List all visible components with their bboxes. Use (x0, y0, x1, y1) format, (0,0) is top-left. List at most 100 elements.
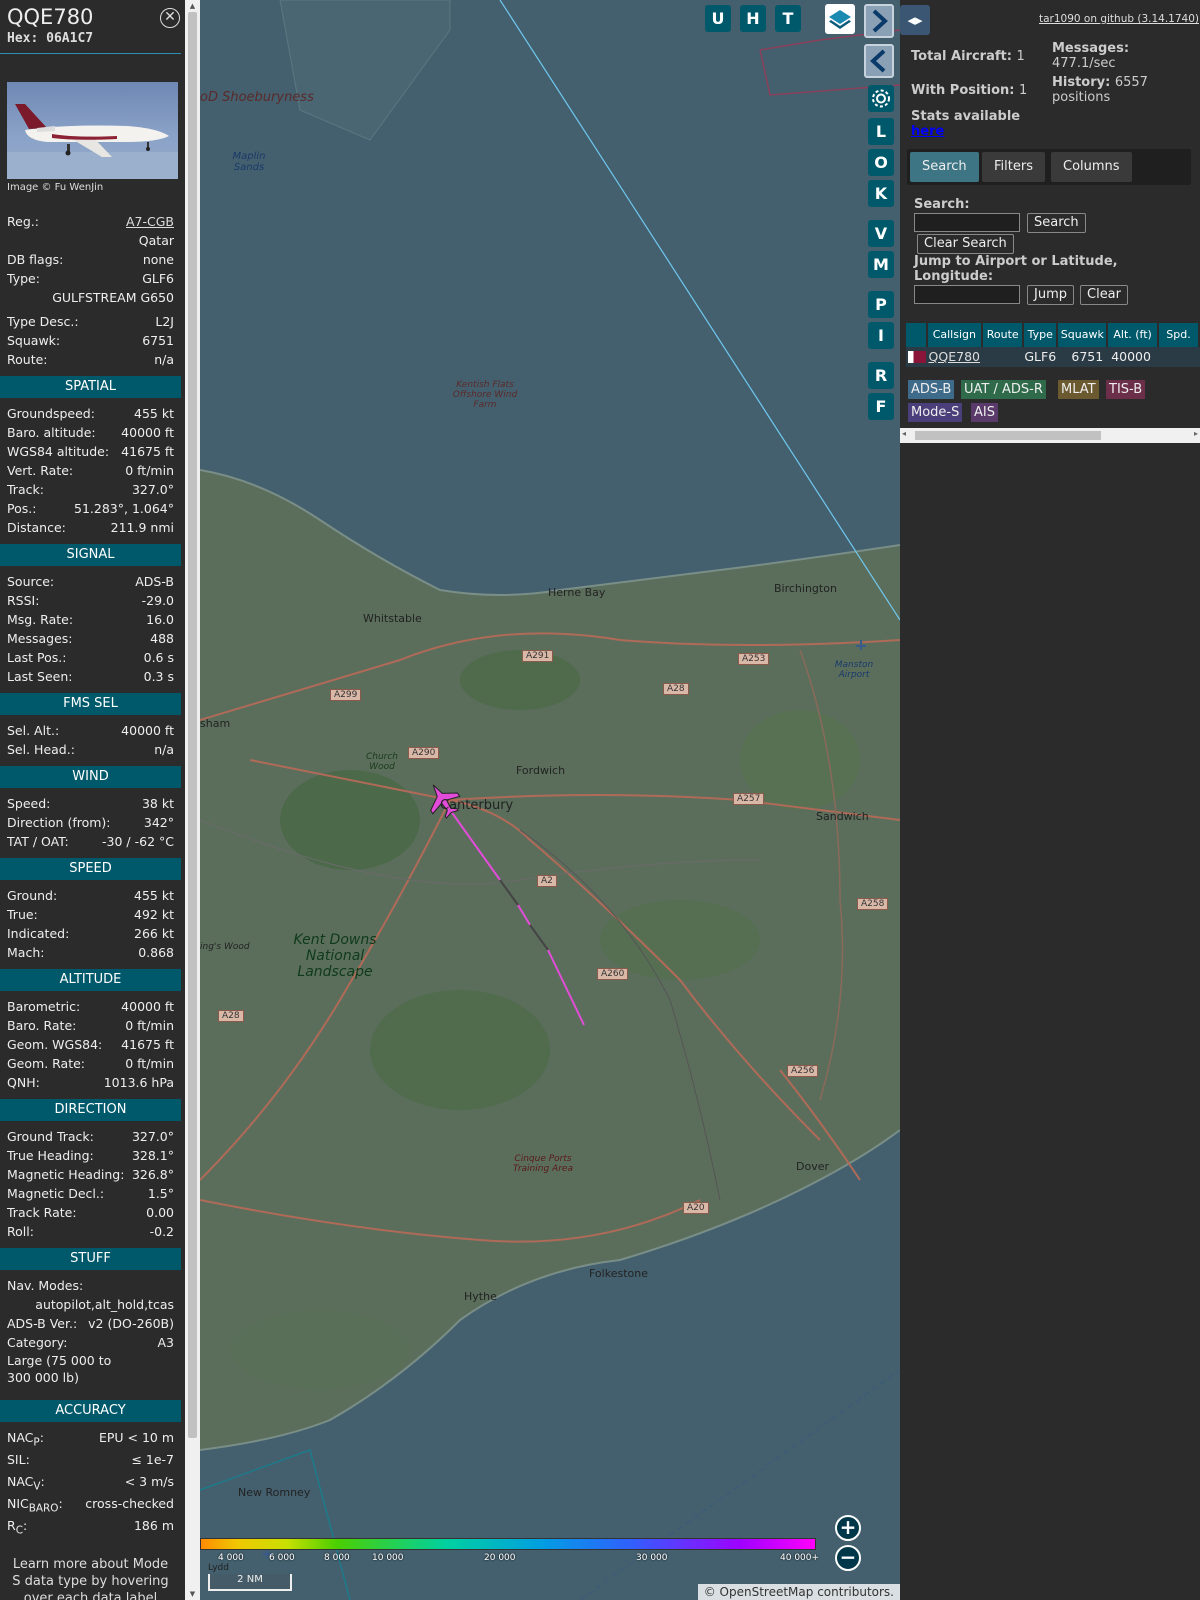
scroll-right-arrow-icon[interactable]: ▸ (1194, 429, 1198, 438)
road-a28-north: A28 (663, 683, 689, 695)
column-header-flag[interactable] (906, 323, 926, 347)
detail-row: Magnetic Decl.: 1.5° (0, 1184, 181, 1203)
badge-modes[interactable]: Mode-S (908, 403, 963, 422)
map-button-t[interactable]: T (775, 5, 801, 32)
badge-uat-adsr[interactable]: UAT / ADS-R (961, 380, 1046, 399)
squawk-row: Squawk: 6751 (7, 333, 174, 348)
detail-value: 488 (150, 631, 174, 646)
detail-label: Last Seen: (7, 669, 73, 684)
row-speed (1159, 347, 1198, 367)
tab-columns[interactable]: Columns (1051, 152, 1132, 182)
map-button-r[interactable]: R (868, 362, 894, 389)
badge-adsb[interactable]: ADS-B (908, 380, 955, 399)
registration-link[interactable]: A7-CGB (126, 212, 174, 231)
map-view[interactable]: oD Shoeburyness Maplin Sands Kentish Fla… (200, 0, 900, 1600)
road-a253: A253 (738, 653, 770, 665)
road-a257: A257 (733, 793, 765, 805)
scroll-down-arrow-icon[interactable]: ▼ (185, 1588, 200, 1600)
altitude-rows: Barometric: 40000 ft Baro. Rate: 0 ft/min Ge… (0, 997, 181, 1092)
clear-search-button[interactable]: Clear Search (917, 234, 1014, 254)
layers-icon[interactable] (825, 4, 855, 34)
route-row: Route: n/a (7, 352, 174, 367)
detail-value: 342° (143, 815, 174, 830)
toggle-sidebar-arrows-icon[interactable]: ◂▸ (900, 5, 930, 35)
detail-label: RSSI: (7, 593, 40, 608)
search-input[interactable] (914, 213, 1020, 232)
close-icon[interactable]: ✕ (160, 8, 180, 28)
map-button-l[interactable]: L (868, 118, 894, 145)
detail-label: Geom. Rate: (7, 1056, 86, 1071)
stats-here-link[interactable]: here (911, 124, 944, 139)
column-header-speed[interactable]: Spd. (1158, 323, 1199, 347)
osm-link[interactable]: OpenStreetMap (720, 1585, 814, 1599)
map-button-p[interactable]: P (868, 291, 894, 318)
detail-value: -0.2 (149, 1224, 174, 1239)
tab-filters[interactable]: Filters (982, 152, 1045, 182)
detail-row: Direction (from): 342° (0, 813, 181, 832)
detail-value: 327.0° (131, 1129, 174, 1144)
map-button-f[interactable]: F (868, 393, 894, 420)
road-a256: A256 (787, 1065, 819, 1077)
road-a299: A299 (330, 689, 362, 701)
zoom-in-icon[interactable]: + (835, 1515, 861, 1541)
next-aircraft-chevron-icon[interactable] (864, 4, 894, 38)
detail-value: 492 kt (134, 907, 174, 922)
tab-search[interactable]: Search (910, 152, 979, 182)
detail-label: Last Pos.: (7, 650, 67, 665)
table-horizontal-scrollbar[interactable]: ◂ ▸ (900, 428, 1200, 443)
scrollbar-thumb[interactable] (188, 12, 197, 1438)
detail-row: Last Seen: 0.3 s (0, 667, 181, 686)
section-stuff: STUFF (0, 1248, 181, 1270)
horizontal-scrollbar-thumb[interactable] (915, 431, 1101, 440)
road-a2: A2 (537, 875, 557, 887)
map-label-sandwich: Sandwich (816, 810, 869, 823)
type-full-row: GULFSTREAM G650 (52, 290, 174, 305)
road-a291: A291 (522, 650, 554, 662)
detail-value: 0 ft/min (125, 1056, 174, 1071)
detail-label: Barometric: (7, 999, 81, 1014)
detail-label: Groundspeed: (7, 406, 95, 421)
map-button-k[interactable]: K (868, 180, 894, 207)
map-button-i[interactable]: I (868, 322, 894, 349)
map-label-manston-airport: Manston Airport (834, 660, 874, 680)
map-button-v[interactable]: V (868, 220, 894, 247)
row-squawk: 6751 (1071, 349, 1104, 364)
detail-row: True Heading: 328.1° (0, 1146, 181, 1165)
column-header-type[interactable]: Type (1024, 323, 1057, 347)
prev-aircraft-chevron-icon[interactable] (864, 44, 894, 78)
type-row: Type: GLF6 (7, 271, 174, 286)
table-row[interactable]: QQE780 GLF6 6751 40000 (906, 347, 1200, 367)
badge-ais[interactable]: AIS (971, 403, 998, 422)
map-label-whitstable: Whitstable (363, 612, 422, 625)
rc-row: RC: 186 m (7, 1518, 174, 1537)
clear-button[interactable]: Clear (1080, 285, 1128, 305)
column-header-callsign[interactable]: Callsign (927, 323, 982, 347)
detail-label: Direction (from): (7, 815, 111, 830)
colorbar-label: 40 000+ (780, 1553, 820, 1563)
column-header-altitude[interactable]: Alt. (ft) (1108, 323, 1157, 347)
column-header-route[interactable]: Route (983, 323, 1023, 347)
map-button-o[interactable]: O (868, 149, 894, 176)
badge-tisb[interactable]: TIS-B (1106, 380, 1146, 399)
detail-value: 0.6 s (143, 650, 174, 665)
zoom-out-icon[interactable]: − (835, 1545, 861, 1571)
map-button-h[interactable]: H (740, 5, 766, 32)
map-button-m[interactable]: M (868, 251, 894, 278)
aircraft-info-panel: QQE780 Hex: 06A1C7 ✕ Image © Fu WenJin R… (0, 0, 185, 1600)
github-link[interactable]: tar1090 on github (3.14.1740) (1039, 13, 1199, 25)
detail-rows: Reg.: A7-CGB Qatar DB flags: none Type: GLF… (0, 212, 181, 1600)
settings-gear-icon[interactable] (868, 85, 894, 112)
colorbar-label: 8 000 (324, 1553, 350, 1563)
colorbar-label: 30 000 (636, 1553, 668, 1563)
scroll-up-arrow-icon[interactable]: ▲ (185, 0, 200, 12)
aircraft-photo[interactable] (7, 82, 178, 179)
row-callsign-link[interactable]: QQE780 (929, 349, 980, 364)
scroll-left-arrow-icon[interactable]: ◂ (902, 429, 906, 438)
badge-mlat[interactable]: MLAT (1058, 380, 1099, 399)
jump-input[interactable] (914, 285, 1020, 304)
jump-button[interactable]: Jump (1027, 285, 1074, 305)
search-button[interactable]: Search (1027, 213, 1086, 233)
column-header-squawk[interactable]: Squawk (1058, 323, 1107, 347)
map-button-u[interactable]: U (705, 5, 731, 32)
left-panel-scrollbar[interactable]: ▲ ▼ (185, 0, 200, 1600)
